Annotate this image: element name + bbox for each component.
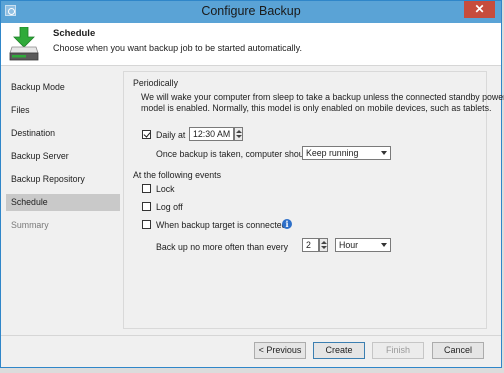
- page-header: Schedule Choose when you want backup job…: [1, 23, 501, 66]
- previous-button[interactable]: < Previous: [254, 342, 306, 359]
- spin-down-icon[interactable]: [321, 246, 327, 249]
- spin-down-icon[interactable]: [236, 135, 242, 138]
- page-subtitle: Choose when you want backup job to be st…: [53, 43, 302, 53]
- lock-label: Lock: [156, 184, 175, 194]
- step-summary: Summary: [11, 220, 49, 230]
- target-connected-checkbox[interactable]: [142, 220, 151, 229]
- after-backup-value: Keep running: [306, 148, 359, 158]
- logoff-label: Log off: [156, 202, 183, 212]
- daily-label: Daily at: [156, 130, 186, 140]
- spin-up-icon[interactable]: [236, 130, 242, 133]
- wake-description-line1: We will wake your computer from sleep to…: [141, 92, 504, 102]
- schedule-panel: Periodically We will wake your computer …: [123, 71, 504, 329]
- page-title: Schedule: [53, 28, 96, 39]
- daily-time-spinner[interactable]: [234, 127, 243, 141]
- chevron-down-icon: [381, 151, 387, 155]
- create-button[interactable]: Create: [313, 342, 365, 359]
- periodically-label: Periodically: [133, 78, 178, 88]
- step-backup-server[interactable]: Backup Server: [6, 148, 120, 165]
- frequency-label: Back up no more often than every: [156, 242, 289, 252]
- frequency-unit-select[interactable]: Hour: [335, 238, 391, 252]
- footer-divider: [1, 335, 501, 336]
- step-schedule[interactable]: Schedule: [6, 194, 120, 211]
- step-destination[interactable]: Destination: [6, 125, 120, 142]
- window-title: Configure Backup: [201, 4, 301, 18]
- close-button[interactable]: ✕: [464, 1, 495, 18]
- daily-checkbox[interactable]: [142, 130, 151, 139]
- title-bar[interactable]: Configure Backup ✕: [1, 1, 501, 23]
- cancel-button[interactable]: Cancel: [432, 342, 484, 359]
- after-backup-label: Once backup is taken, computer should: [156, 149, 311, 159]
- daily-time-input[interactable]: 12:30 AM: [189, 127, 234, 141]
- target-connected-label: When backup target is connected: [156, 220, 287, 230]
- download-drive-icon: [9, 27, 39, 61]
- step-backup-mode[interactable]: Backup Mode: [6, 79, 120, 96]
- events-label: At the following events: [133, 170, 222, 180]
- step-backup-repository[interactable]: Backup Repository: [6, 171, 120, 188]
- frequency-unit-value: Hour: [339, 240, 359, 250]
- configure-backup-window: Configure Backup ✕ Schedule Choose when …: [0, 0, 504, 368]
- wake-description-line2: model is enabled. Normally, this model i…: [141, 103, 492, 113]
- frequency-spinner[interactable]: [319, 238, 328, 252]
- frequency-number-input[interactable]: 2: [302, 238, 319, 252]
- logoff-checkbox[interactable]: [142, 202, 151, 211]
- info-icon[interactable]: i: [282, 219, 292, 229]
- chevron-down-icon: [381, 243, 387, 247]
- finish-button: Finish: [372, 342, 424, 359]
- lock-checkbox[interactable]: [142, 184, 151, 193]
- step-files[interactable]: Files: [6, 102, 120, 119]
- spin-up-icon[interactable]: [321, 241, 327, 244]
- wizard-steps: Backup Mode Files Destination Backup Ser…: [1, 71, 121, 241]
- after-backup-select[interactable]: Keep running: [302, 146, 391, 160]
